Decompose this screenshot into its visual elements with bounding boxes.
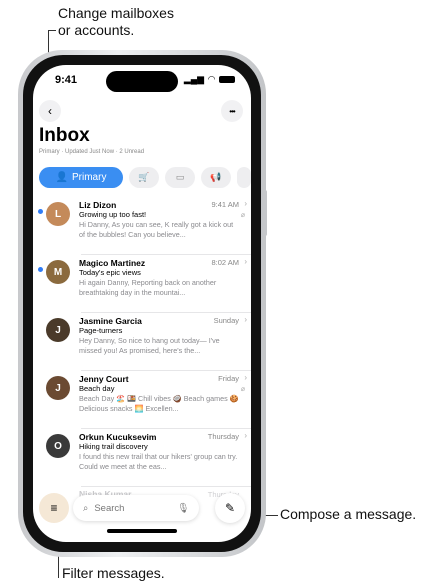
- paperclip-icon: ⌀: [240, 386, 245, 393]
- message-subject: Beach day: [79, 384, 115, 393]
- message-date: Thursday: [207, 432, 239, 441]
- chevron-right-icon: ›: [244, 199, 247, 208]
- search-field[interactable]: ⌕ Search 🎙: [73, 495, 199, 521]
- back-button[interactable]: ‹: [39, 100, 61, 122]
- tab-transactions[interactable]: 🛒: [129, 167, 159, 188]
- avatar: L: [46, 202, 70, 226]
- phone-frame: 9:41 ▂▄▆ ◠ ‹ ••• Inbox Primary · Updated…: [18, 50, 267, 557]
- page-title: Inbox: [39, 125, 90, 146]
- more-button[interactable]: •••: [221, 100, 243, 122]
- avatar: J: [46, 376, 70, 400]
- cart-icon: 🛒: [138, 172, 150, 182]
- avatar: J: [46, 318, 70, 342]
- message-date: Sunday: [213, 316, 239, 325]
- message-subject: Page-turners: [79, 326, 123, 335]
- bottom-toolbar: ≡ ⌕ Search 🎙 ✎: [39, 493, 245, 523]
- message-subject: Hiking trail discovery: [79, 442, 148, 451]
- compose-button[interactable]: ✎: [215, 493, 245, 523]
- chevron-right-icon: ›: [244, 315, 247, 324]
- callout-mailboxes: Change mailboxes or accounts.: [58, 5, 174, 39]
- message-preview: Hi Danny, As you can see, K really got a…: [79, 220, 234, 239]
- battery-icon: [219, 76, 235, 83]
- tab-primary[interactable]: 👤 Primary: [39, 167, 123, 188]
- tab-updates[interactable]: ▭: [165, 167, 195, 188]
- callout-mailboxes-leader-top: [48, 30, 56, 31]
- microphone-icon[interactable]: 🎙: [177, 503, 189, 514]
- filter-button[interactable]: ≡: [39, 493, 69, 523]
- chevron-right-icon: ›: [244, 373, 247, 382]
- message-preview: Hi again Danny, Reporting back on anothe…: [79, 278, 217, 297]
- callout-mailboxes-line2: or accounts.: [58, 22, 135, 38]
- paperclip-icon: ⌀: [240, 212, 245, 219]
- tab-primary-label: Primary: [72, 172, 107, 183]
- callout-filter: Filter messages.: [62, 565, 165, 581]
- signal-icon: ▂▄▆: [183, 74, 205, 84]
- dynamic-island: [106, 71, 178, 92]
- message-subject: Today's epic views: [79, 268, 141, 277]
- message-sender: Orkun Kucuksevim: [79, 432, 157, 442]
- unread-dot: [38, 209, 43, 214]
- row-divider: [81, 486, 251, 487]
- status-icons: ▂▄▆ ◠: [184, 74, 235, 85]
- person-icon: 👤: [55, 172, 68, 183]
- callout-mailboxes-line1: Change mailboxes: [58, 5, 174, 21]
- message-date: 8:02 AM: [211, 258, 239, 267]
- message-sender: Jasmine Garcia: [79, 316, 142, 326]
- category-tabs: 👤 Primary 🛒 ▭ 📢: [39, 167, 251, 188]
- message-preview: Hey Danny, So nice to hang out today— I'…: [79, 336, 220, 355]
- chevron-right-icon: ›: [244, 431, 247, 440]
- status-time: 9:41: [55, 74, 78, 86]
- message-row[interactable]: M Magico Martinez 8:02 AM › Today's epic…: [33, 255, 251, 313]
- message-date: Friday: [218, 374, 239, 383]
- message-sender: Magico Martinez: [79, 258, 146, 268]
- message-row[interactable]: J Jenny Court Friday › Beach day ⌀ Beach…: [33, 371, 251, 429]
- message-sender: Jenny Court: [79, 374, 129, 384]
- message-row[interactable]: J Jasmine Garcia Sunday › Page-turners H…: [33, 313, 251, 371]
- message-sender: Liz Dizon: [79, 200, 117, 210]
- filter-icon: ≡: [50, 501, 58, 515]
- megaphone-icon: 📢: [210, 172, 222, 182]
- message-list: L Liz Dizon 9:41 AM › Growing up too fas…: [33, 197, 251, 487]
- message-icon: ▭: [175, 172, 185, 182]
- unread-dot: [38, 267, 43, 272]
- mailbox-status: Primary · Updated Just Now · 2 Unread: [39, 149, 145, 155]
- chevron-left-icon: ‹: [48, 104, 52, 118]
- phone-bezel: 9:41 ▂▄▆ ◠ ‹ ••• Inbox Primary · Updated…: [23, 55, 261, 552]
- search-icon: ⌕: [83, 502, 89, 514]
- callout-compose: Compose a message.: [280, 506, 417, 522]
- message-date: 9:41 AM: [211, 200, 239, 209]
- message-preview: I found this new trail that our hikers' …: [79, 452, 238, 471]
- avatar: O: [46, 434, 70, 458]
- status-bar: 9:41 ▂▄▆ ◠: [33, 65, 251, 101]
- ellipsis-icon: •••: [229, 106, 235, 116]
- avatar: M: [46, 260, 70, 284]
- compose-icon: ✎: [224, 501, 236, 515]
- message-row[interactable]: O Orkun Kucuksevim Thursday › Hiking tra…: [33, 429, 251, 487]
- home-indicator: [107, 529, 177, 533]
- message-subject: Growing up too fast!: [79, 210, 147, 219]
- chevron-right-icon: ›: [244, 257, 247, 266]
- tab-more[interactable]: [237, 167, 251, 188]
- tab-promotions[interactable]: 📢: [201, 167, 231, 188]
- search-placeholder: Search: [94, 502, 125, 514]
- phone-screen: 9:41 ▂▄▆ ◠ ‹ ••• Inbox Primary · Updated…: [33, 65, 251, 542]
- wifi-icon: ◠: [208, 74, 215, 84]
- message-preview: Beach Day 🏖️ 🍱 Chill vibes 🥥 Beach games…: [79, 394, 239, 413]
- message-row[interactable]: L Liz Dizon 9:41 AM › Growing up too fas…: [33, 197, 251, 255]
- side-button: [263, 190, 267, 236]
